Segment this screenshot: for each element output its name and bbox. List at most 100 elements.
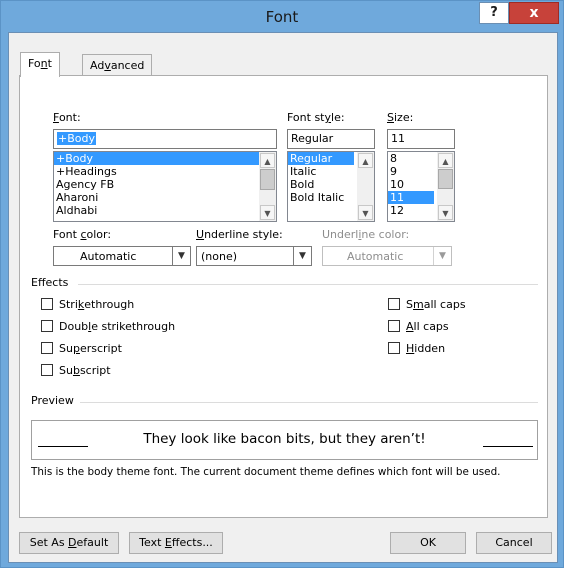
font-name-value: +Body [57,132,96,145]
checkbox-box[interactable] [388,298,400,310]
all-caps-checkbox[interactable]: All caps [388,318,449,334]
size-list-scrollbar[interactable]: ▲ ▼ [437,152,454,221]
preview-box: They look like bacon bits, but they aren… [31,420,538,460]
font-list-scrollbar[interactable]: ▲ ▼ [259,152,276,221]
scroll-up-icon[interactable]: ▲ [438,153,453,168]
font-color-value: Automatic [80,250,137,263]
double-strikethrough-label: Doub [59,319,89,333]
small-caps-checkbox[interactable]: Sm all caps [388,296,466,312]
underline-style-label: Underline style: [196,228,283,241]
small-caps-label-end: all caps [423,297,466,311]
font-label-text: ont: [58,111,81,124]
size-label: Size: [387,111,413,124]
subscript-label-end: script [79,363,111,377]
font-color-label: Font color: [53,228,111,241]
font-color-label-text: Font [53,228,81,241]
tab-font[interactable]: Font [20,52,60,77]
list-item[interactable]: 11 [388,191,434,204]
preview-divider [80,402,538,403]
strikethrough-checkbox[interactable]: Stri k ethrough [41,296,134,312]
scroll-up-icon[interactable]: ▲ [358,153,373,168]
set-as-default-button[interactable]: Set As Default [19,532,119,554]
font-style-input[interactable]: Regular [287,129,375,149]
font-style-list[interactable]: Regular Italic Bold Bold Italic ▲ ▼ [287,151,375,222]
list-item[interactable]: Aharoni [54,191,276,204]
double-strikethrough-checkbox[interactable]: Doub l e strikethrough [41,318,175,334]
checkbox-box[interactable] [41,320,53,332]
text-effects-button[interactable]: Text Effects... [129,532,223,554]
size-input[interactable]: 11 [387,129,455,149]
all-caps-label: ll caps [413,319,449,333]
font-style-scrollbar[interactable]: ▲ ▼ [357,152,374,221]
list-item[interactable]: Aldhabi [54,204,276,217]
chevron-down-icon[interactable]: ▼ [172,247,190,265]
font-tab-panel: Font: +Body +Body +Headings Agency FB Ah… [19,75,548,518]
scroll-up-icon[interactable]: ▲ [260,153,275,168]
checkbox-box[interactable] [41,298,53,310]
underline-style-label-text: nderline style: [204,228,283,241]
underline-color-label-text: Underl [322,228,359,241]
checkbox-box[interactable] [388,320,400,332]
hidden-accelerator: H [406,341,415,355]
underline-style-dropdown[interactable]: (none) ▼ [196,246,312,266]
checkbox-box[interactable] [388,342,400,354]
strikethrough-label-end: ethrough [84,297,135,311]
font-name-input[interactable]: +Body [53,129,277,149]
chevron-down-icon[interactable]: ▼ [433,247,451,265]
hidden-checkbox[interactable]: Hidden [388,340,445,356]
close-button[interactable]: x [509,2,559,24]
list-item[interactable]: Regular [288,152,354,165]
ok-button[interactable]: OK [390,532,466,554]
font-dialog: Font ? x Font Advanced Font: +Body +Body… [0,0,564,568]
tab-font-label-end: t [47,57,52,70]
chevron-down-icon[interactable]: ▼ [293,247,311,265]
underline-color-label-end: ne color: [361,228,410,241]
font-name-list[interactable]: +Body +Headings Agency FB Aharoni Aldhab… [53,151,277,222]
tab-advanced-label: Ad [90,59,105,72]
text-effects-label-end: ffects... [171,536,213,549]
preview-description: This is the body theme font. The current… [31,466,501,478]
list-item[interactable]: +Headings [54,165,276,178]
font-style-label-text: Font st [287,111,325,124]
scroll-down-icon[interactable]: ▼ [260,205,275,220]
font-style-label-end: le: [331,111,345,124]
subscript-checkbox[interactable]: Su b script [41,362,111,378]
size-label-accelerator: S [387,111,394,124]
small-caps-accelerator: m [412,297,424,311]
effects-heading: Effects [31,276,69,289]
list-item[interactable]: Agency FB [54,178,276,191]
dialog-body: Font Advanced Font: +Body +Body +Heading… [8,32,558,563]
scroll-thumb[interactable] [438,169,453,189]
tab-font-accelerator: n [40,57,48,70]
font-label: Font: [53,111,81,124]
underline-color-dropdown[interactable]: Automatic ▼ [322,246,452,266]
scroll-down-icon[interactable]: ▼ [438,205,453,220]
strikethrough-label: Stri [59,297,78,311]
help-button[interactable]: ? [479,2,509,24]
underline-style-label-accelerator: U [196,228,205,241]
size-list[interactable]: 8 9 10 11 12 ▲ ▼ [387,151,455,222]
tab-advanced[interactable]: Advanced [82,54,153,76]
cancel-button[interactable]: Cancel [476,532,552,554]
checkbox-box[interactable] [41,342,53,354]
underline-color-value: Automatic [347,250,404,263]
all-caps-accelerator: A [406,319,414,333]
title-bar[interactable]: Font ? x [1,1,563,33]
tab-font-label: Fo [28,57,41,70]
superscript-checkbox[interactable]: Su p erscript [41,340,122,356]
size-label-text: ize: [393,111,414,124]
text-effects-accelerator: E [164,536,172,549]
subscript-accelerator: b [72,363,80,377]
font-style-label: Font style: [287,111,345,124]
checkbox-box[interactable] [41,364,53,376]
effects-divider [78,284,538,285]
hidden-label: idden [414,341,446,355]
font-color-dropdown[interactable]: Automatic ▼ [53,246,191,266]
list-item[interactable]: +Body [54,152,276,165]
scroll-down-icon[interactable]: ▼ [358,205,373,220]
superscript-label-end: erscript [79,341,122,355]
preview-line-right [483,446,533,447]
tab-advanced-label-end: anced [110,59,145,72]
scroll-thumb[interactable] [260,169,275,190]
preview-heading: Preview [31,394,74,407]
